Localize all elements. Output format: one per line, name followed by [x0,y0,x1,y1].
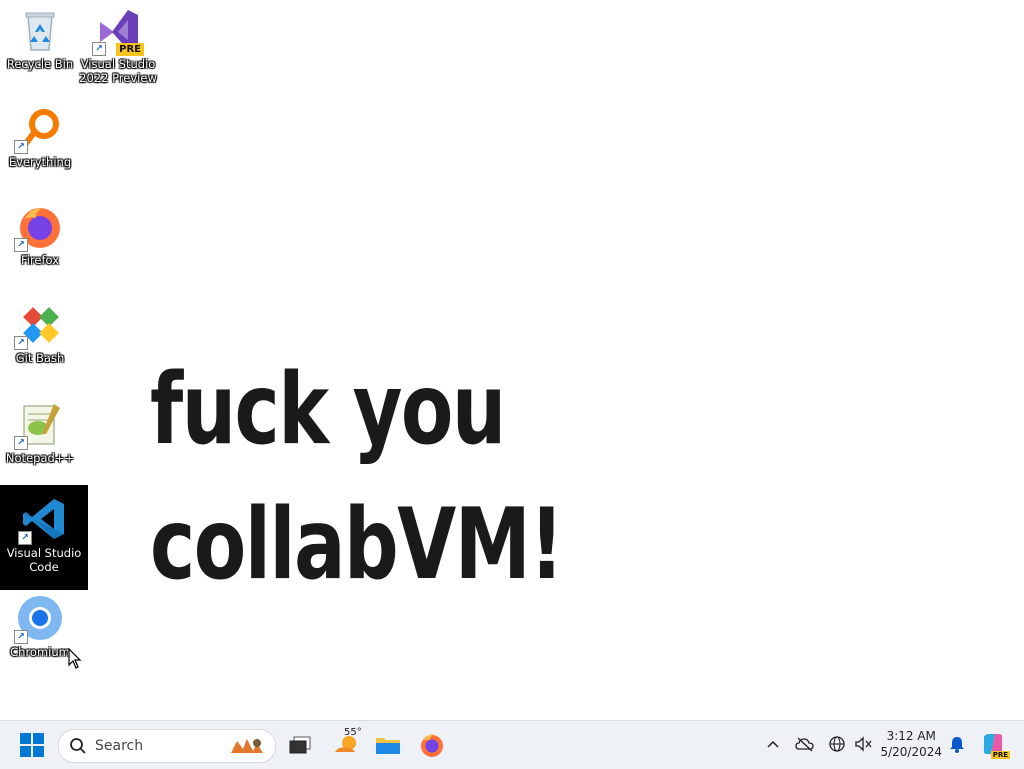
desktop-icon-label: Git Bash [15,351,65,365]
copilot-preview-badge: PRE [990,751,1010,759]
desktop-icon-label: Firefox [20,253,60,267]
desktop-icon-label: Notepad++ [5,451,75,465]
desktop-icon-everything[interactable]: ↗ Everything [0,100,80,169]
windows-logo-icon [20,733,44,757]
search-icon [70,738,86,754]
everything-search-icon: ↗ [14,104,64,154]
desktop-icon-notepad-plus-plus[interactable]: ↗ Notepad++ [0,396,80,465]
firefox-icon [421,734,443,757]
start-button[interactable] [16,729,48,761]
desktop-icon-label: Visual Studio 2022 Preview [79,57,157,85]
desktop-icon-visual-studio-2022-preview[interactable]: PRE ↗ Visual Studio 2022 Preview [78,2,158,85]
desktop-icon-visual-studio-code[interactable]: ↗ Visual Studio Code [0,485,88,590]
task-view-icon [289,736,311,754]
folder-icon [376,738,400,754]
desktop-icon-recycle-bin[interactable]: Recycle Bin [0,2,80,71]
desktop-icon-label: Recycle Bin [6,57,74,71]
taskbar-file-explorer[interactable] [372,729,404,761]
visual-studio-icon: PRE ↗ [92,6,144,56]
onedrive-offline-icon[interactable] [794,733,816,755]
task-view-button[interactable] [284,729,316,761]
taskbar-firefox[interactable] [416,729,448,761]
taskbar-clock[interactable]: 3:12 AM 5/20/2024 [880,728,942,760]
shortcut-arrow-icon: ↗ [18,531,32,545]
taskbar-search-box[interactable]: Search [58,729,276,763]
desktop-icon-firefox[interactable]: ↗ Firefox [0,198,80,267]
show-hidden-icons-chevron-icon[interactable] [762,733,784,755]
recycle-bin-icon [16,6,64,54]
desktop: Recycle Bin PRE ↗ Visual Studio 2022 Pre… [0,0,1024,720]
clock-time: 3:12 AM [886,729,936,743]
shortcut-arrow-icon: ↗ [14,336,28,350]
network-globe-icon[interactable] [826,733,848,755]
mouse-cursor-icon [68,647,82,674]
taskbar: Search 55° 3:12 AM 5/20/2024 PRE [0,720,1024,769]
chromium-icon: ↗ [14,594,64,644]
notepad-plus-plus-icon: ↗ [14,400,64,450]
search-label: Search [95,738,144,754]
weather-temperature: 55° [344,727,362,738]
desktop-icon-label: Everything [8,155,72,169]
desktop-icon-label: Chromium [10,645,70,659]
preview-badge: PRE [116,43,144,56]
widgets-weather-button[interactable]: 55° [330,727,362,761]
copilot-preview-icon[interactable]: PRE [980,733,1010,759]
wallpaper-text-line-1: fuck you [150,353,506,467]
desktop-icon-label: Visual Studio Code [6,546,82,574]
shortcut-arrow-icon: ↗ [14,436,28,450]
notifications-bell-icon[interactable] [946,733,968,755]
git-bash-icon: ↗ [14,300,64,350]
wallpaper-text-line-2: collabVM! [150,488,564,602]
shortcut-arrow-icon: ↗ [14,140,28,154]
desktop-icon-git-bash[interactable]: ↗ Git Bash [0,296,80,365]
shortcut-arrow-icon: ↗ [14,238,28,252]
clock-date: 5/20/2024 [880,745,942,759]
search-highlight-icon [227,735,267,761]
shortcut-arrow-icon: ↗ [92,42,106,56]
vscode-icon: ↗ [18,495,68,545]
volume-muted-icon[interactable] [852,733,874,755]
firefox-icon: ↗ [14,202,64,252]
shortcut-arrow-icon: ↗ [14,630,28,644]
